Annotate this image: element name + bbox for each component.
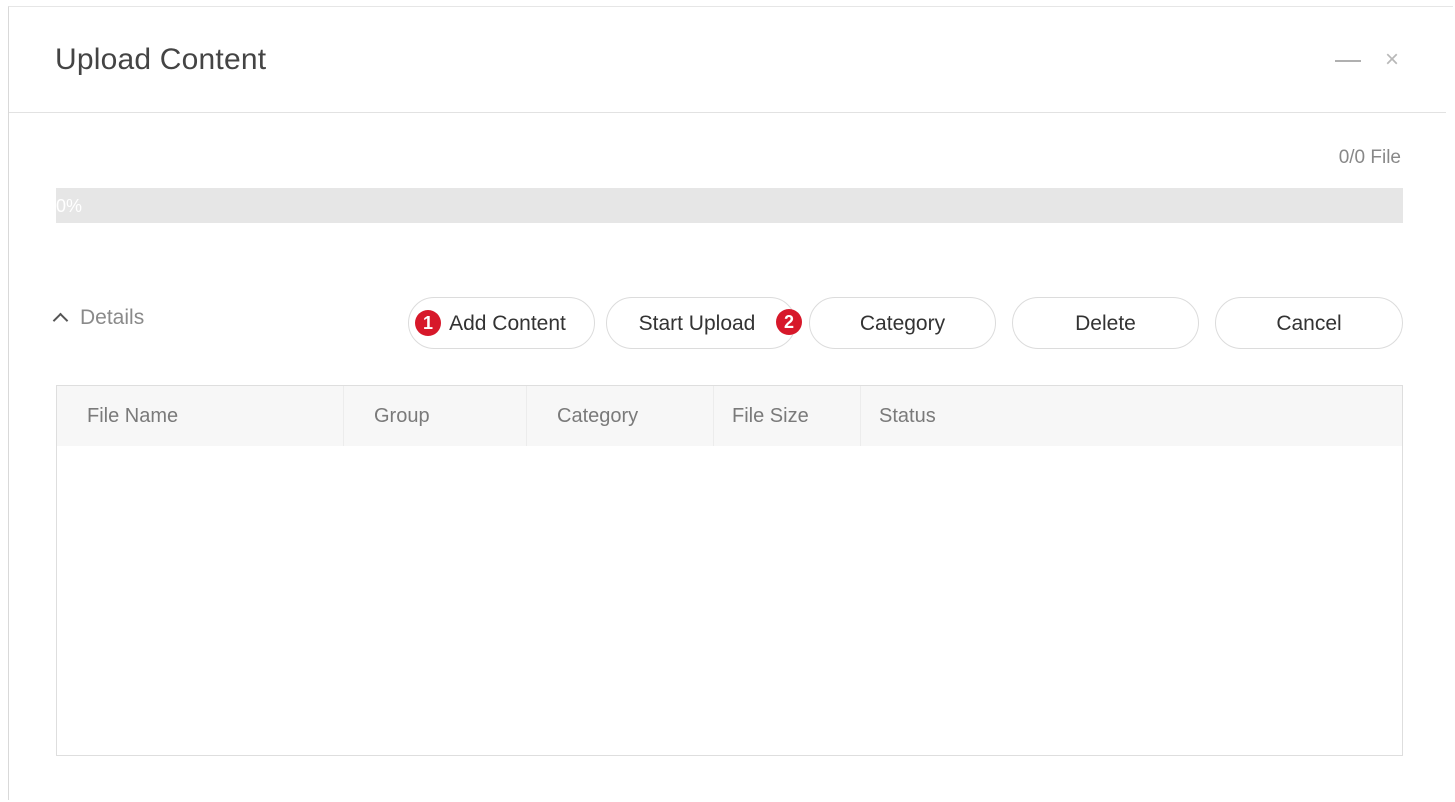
chevron-up-icon [52, 312, 69, 329]
cancel-button[interactable]: Cancel [1215, 297, 1403, 349]
upload-content-dialog: Upload Content × 0/0 File 0% Details Add… [8, 6, 1453, 800]
column-header-status[interactable]: Status [861, 386, 1402, 446]
minimize-button[interactable] [1332, 45, 1362, 75]
upload-file-table: File Name Group Category File Size Statu… [56, 385, 1403, 756]
close-button[interactable]: × [1377, 45, 1407, 75]
dialog-title: Upload Content [55, 43, 267, 76]
column-header-file-name[interactable]: File Name [57, 386, 344, 446]
details-toggle[interactable]: Details [52, 306, 145, 330]
step-marker-1: 1 [415, 310, 441, 336]
dialog-titlebar: Upload Content × [9, 7, 1446, 113]
start-upload-button[interactable]: Start Upload [606, 297, 796, 349]
category-button[interactable]: Category [809, 297, 996, 349]
upload-progress-bar: 0% [56, 188, 1403, 223]
file-count: 0/0 File [1338, 147, 1401, 168]
close-icon: × [1384, 46, 1399, 73]
progress-percent-label: 0% [56, 196, 83, 216]
details-label: Details [80, 306, 145, 329]
table-header: File Name Group Category File Size Statu… [57, 386, 1402, 446]
step-marker-2: 2 [776, 309, 802, 335]
column-header-category[interactable]: Category [527, 386, 714, 446]
column-header-group[interactable]: Group [344, 386, 527, 446]
minimize-icon [1335, 60, 1361, 62]
column-header-file-size[interactable]: File Size [714, 386, 861, 446]
delete-button[interactable]: Delete [1012, 297, 1199, 349]
